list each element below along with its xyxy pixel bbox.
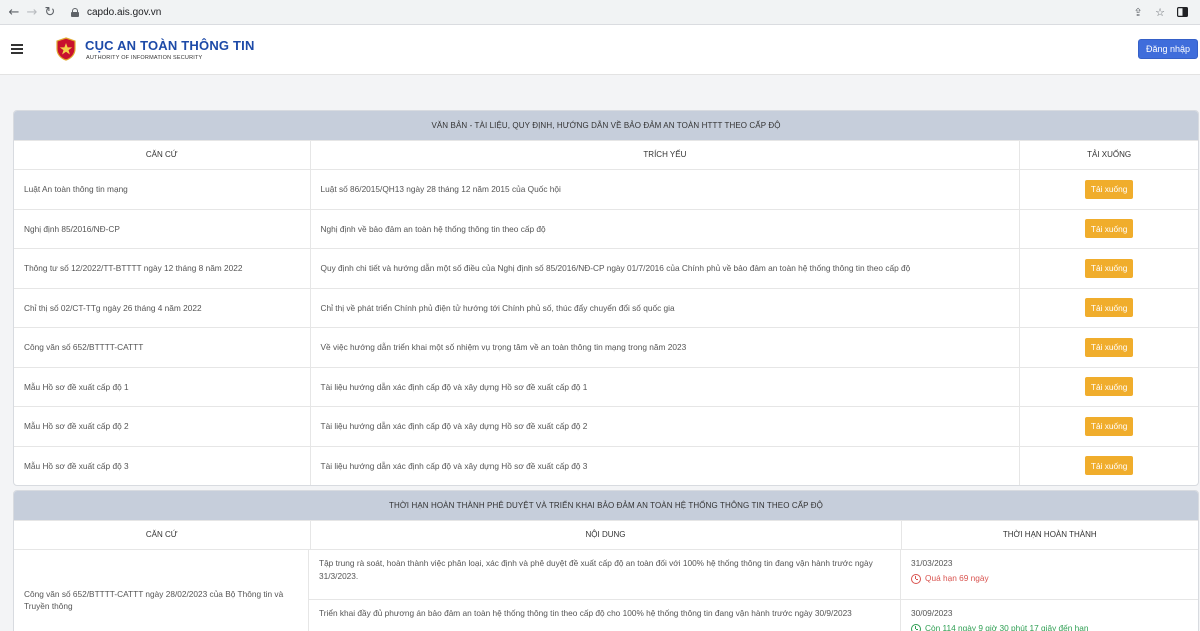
table-row: Mẫu Hồ sơ đề xuất cấp độ 2 Tài liệu hướn… [14,406,1198,446]
documents-panel-title: VĂN BẢN - TÀI LIỆU, QUY ĐỊNH, HƯỚNG DẪN … [14,111,1198,140]
deadline-basis: Công văn số 652/BTTTT-CATTT ngày 28/02/2… [14,550,309,631]
forward-arrow-icon[interactable]: → [23,3,41,21]
browser-toolbar: ← → ↻ capdo.ais.gov.vn ⇪ ☆ [0,0,1200,25]
column-header-summary: TRÍCH YẾU [311,141,1021,169]
address-bar[interactable]: capdo.ais.gov.vn [65,3,1124,21]
site-header: CỤC AN TOÀN THÔNG TIN AUTHORITY OF INFOR… [0,25,1200,75]
download-button[interactable]: Tải xuống [1084,179,1134,199]
emblem-logo-icon[interactable] [55,37,77,61]
deadline-date: 31/03/2023 [911,558,953,568]
brand-subtitle: AUTHORITY OF INFORMATION SECURITY [86,55,203,61]
deadline-panel: THỜI HẠN HOÀN THÀNH PHÊ DUYỆT VÀ TRIỂN K… [13,490,1199,631]
download-button[interactable]: Tải xuống [1084,456,1134,476]
table-row: Luật An toàn thông tin mạng Luật số 86/2… [14,169,1198,209]
deadline-table-body: Công văn số 652/BTTTT-CATTT ngày 28/02/2… [14,549,1198,631]
row-summary: Luật số 86/2015/QH13 ngày 28 tháng 12 nă… [311,170,1021,209]
row-summary: Tài liệu hướng dẫn xác định cấp độ và xâ… [311,407,1021,446]
row-basis: Công văn số 652/BTTTT-CATTT [14,328,311,367]
deadline-content: Triển khai đầy đủ phương án bảo đảm an t… [309,600,901,631]
row-summary: Nghị định về bảo đảm an toàn hệ thống th… [311,209,1021,248]
clock-icon [911,573,921,584]
menu-icon[interactable] [11,44,23,54]
row-basis: Thông tư số 12/2022/TT-BTTTT ngày 12 thá… [14,249,311,288]
download-button[interactable]: Tải xuống [1084,337,1134,357]
deadline-date: 30/09/2023 [911,608,953,618]
deadline-status-text: Còn 114 ngày 9 giờ 30 phút 17 giây đến h… [925,623,1089,631]
reload-icon[interactable]: ↻ [41,3,59,21]
share-icon[interactable]: ⇪ [1130,4,1146,20]
deadline-status-text: Quá hạn 69 ngày [925,573,989,584]
documents-panel: VĂN BẢN - TÀI LIỆU, QUY ĐỊNH, HƯỚNG DẪN … [13,110,1199,486]
table-row: Thông tư số 12/2022/TT-BTTTT ngày 12 thá… [14,248,1198,288]
brand-title[interactable]: CỤC AN TOÀN THÔNG TIN [85,38,255,53]
deadline-cell: 31/03/2023 Quá hạn 69 ngày [901,550,1198,599]
deadline-status: Còn 114 ngày 9 giờ 30 phút 17 giây đến h… [911,622,1188,631]
row-summary: Về việc hướng dẫn triển khai một số nhiệ… [311,328,1021,367]
login-button[interactable]: Đăng nhập [1138,39,1198,59]
table-row: Mẫu Hồ sơ đề xuất cấp độ 1 Tài liệu hướn… [14,366,1198,406]
download-button[interactable]: Tải xuống [1084,416,1134,436]
row-basis: Nghị định 85/2016/NĐ-CP [14,209,311,248]
download-button[interactable]: Tải xuống [1084,298,1134,318]
download-button[interactable]: Tải xuống [1084,258,1134,278]
column-header-content: NỘI DUNG [311,521,902,549]
row-basis: Mẫu Hồ sơ đề xuất cấp độ 2 [14,407,311,446]
row-basis: Chỉ thị số 02/CT-TTg ngày 26 tháng 4 năm… [14,288,311,327]
download-button[interactable]: Tải xuống [1084,219,1134,239]
column-header-download: TẢI XUỐNG [1087,150,1132,160]
deadline-cell: 30/09/2023 Còn 114 ngày 9 giờ 30 phút 17… [901,600,1198,631]
table-row: Tập trung rà soát, hoàn thành việc phân … [309,550,1198,600]
table-row: Triển khai đầy đủ phương án bảo đảm an t… [309,600,1198,631]
back-arrow-icon[interactable]: ← [5,3,23,21]
deadline-content: Tập trung rà soát, hoàn thành việc phân … [309,550,901,599]
column-header-basis: CĂN CỨ [14,141,311,169]
row-summary: Chỉ thị về phát triển Chính phủ điện tử … [311,288,1021,327]
table-row: Nghị định 85/2016/NĐ-CP Nghị định về bảo… [14,208,1198,248]
table-row: Chỉ thị số 02/CT-TTg ngày 26 tháng 4 năm… [14,287,1198,327]
row-basis: Luật An toàn thông tin mạng [14,170,311,209]
deadline-status: Quá hạn 69 ngày [911,572,1188,585]
table-row: Mẫu Hồ sơ đề xuất cấp độ 3 Tài liệu hướn… [14,445,1198,485]
main-content: VĂN BẢN - TÀI LIỆU, QUY ĐỊNH, HƯỚNG DẪN … [0,76,1200,631]
column-header-basis: CĂN CỨ [14,521,311,549]
lock-icon[interactable] [71,7,79,17]
download-button[interactable]: Tải xuống [1084,377,1134,397]
clock-icon [911,623,921,631]
row-summary: Tài liệu hướng dẫn xác định cấp độ và xâ… [311,367,1021,406]
column-header-deadline: THỜI HẠN HOÀN THÀNH [1002,530,1097,540]
star-icon[interactable]: ☆ [1152,4,1168,20]
url-text: capdo.ais.gov.vn [87,6,162,18]
side-panel-icon[interactable] [1174,4,1190,20]
row-basis: Mẫu Hồ sơ đề xuất cấp độ 1 [14,367,311,406]
row-summary: Quy định chi tiết và hướng dẫn một số đi… [311,249,1021,288]
documents-table-header: CĂN CỨ TRÍCH YẾU TẢI XUỐNG [14,140,1198,169]
row-summary: Tài liệu hướng dẫn xác định cấp độ và xâ… [311,446,1021,485]
table-row: Công văn số 652/BTTTT-CATTT Về việc hướn… [14,327,1198,367]
deadline-panel-title: THỜI HẠN HOÀN THÀNH PHÊ DUYỆT VÀ TRIỂN K… [14,491,1198,520]
row-basis: Mẫu Hồ sơ đề xuất cấp độ 3 [14,446,311,485]
deadline-table-header: CĂN CỨ NỘI DUNG THỜI HẠN HOÀN THÀNH [14,520,1198,549]
